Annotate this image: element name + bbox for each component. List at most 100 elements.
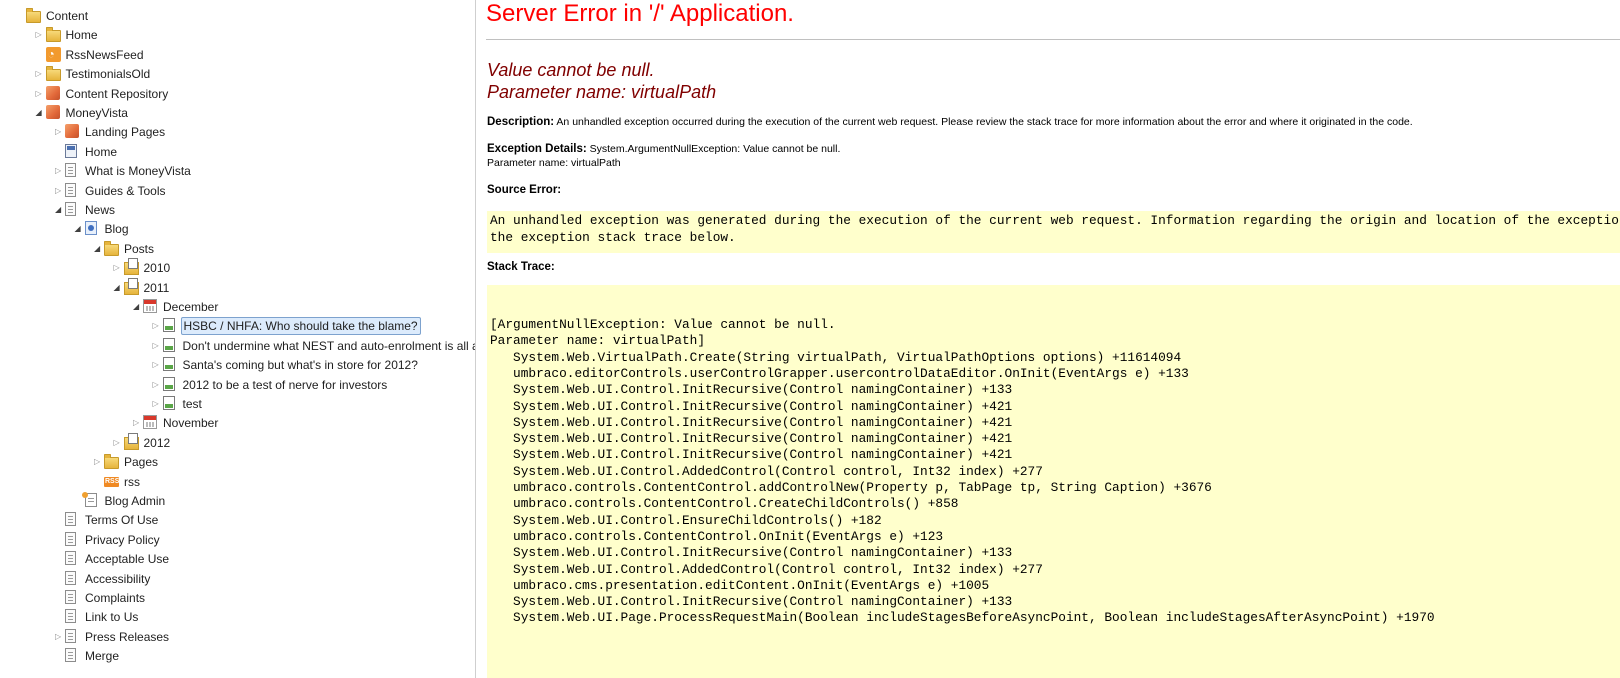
tree-node-label[interactable]: What is MoneyVista (83, 161, 193, 181)
tree-node[interactable]: TestimonialsOld (0, 64, 475, 84)
tree-node-label[interactable]: Merge (83, 646, 121, 666)
tree-node[interactable]: Acceptable Use (0, 549, 475, 569)
tree-node-label[interactable]: HSBC / NHFA: Who should take the blame? (180, 317, 421, 336)
tree-node-label[interactable]: Privacy Policy (83, 530, 162, 550)
tree-node-label[interactable]: 2012 (142, 433, 173, 453)
tree-node-label[interactable]: Content Repository (64, 84, 171, 104)
stack-trace-line: System.Web.UI.Control.InitRecursive(Cont… (490, 431, 1013, 447)
collapsed-arrow-icon[interactable] (153, 400, 161, 408)
tree-node[interactable]: MoneyVista (0, 103, 475, 123)
tree-node[interactable]: Merge (0, 646, 475, 666)
tree-node[interactable]: November (0, 413, 475, 433)
tree-node-label[interactable]: Home (83, 142, 119, 162)
tree-node-label[interactable]: Don't undermine what NEST and auto-enrol… (181, 336, 476, 356)
rss-badge-icon (104, 476, 119, 487)
collapsed-arrow-icon[interactable] (153, 361, 161, 369)
tree-node[interactable]: Guides & Tools (0, 181, 475, 201)
tree-node[interactable]: 2012 (0, 432, 475, 453)
tree-node-label[interactable]: Complaints (83, 588, 147, 608)
collapsed-arrow-icon[interactable] (153, 322, 161, 330)
collapsed-arrow-icon[interactable] (55, 187, 63, 195)
tree-node-label[interactable]: Content (44, 6, 90, 26)
tree-node[interactable]: RssNewsFeed (0, 45, 475, 65)
tree-node[interactable]: Home (0, 25, 475, 45)
collapsed-arrow-icon[interactable] (153, 342, 161, 350)
tree-node-label[interactable]: Posts (122, 239, 156, 259)
tree-node[interactable]: Content (0, 6, 475, 26)
tree-node-label[interactable]: Acceptable Use (83, 549, 171, 569)
tree-node[interactable]: What is MoneyVista (0, 161, 475, 181)
tree-node-label[interactable]: 2012 to be a test of nerve for investors (181, 375, 390, 395)
tree-node[interactable]: Home (0, 142, 475, 162)
collapsed-arrow-icon[interactable] (114, 439, 122, 447)
collapsed-arrow-icon[interactable] (153, 381, 161, 389)
expanded-arrow-icon[interactable] (75, 225, 83, 233)
tree-node[interactable]: Blog (0, 219, 475, 239)
tree-node-label[interactable]: November (161, 413, 220, 433)
collapsed-arrow-icon[interactable] (36, 31, 44, 39)
tree-node[interactable]: 2010 (0, 258, 475, 278)
tree-node[interactable]: Santa's coming but what's in store for 2… (0, 355, 475, 375)
error-message: Value cannot be null. Parameter name: vi… (487, 59, 716, 103)
tree-node[interactable]: Press Releases (0, 627, 475, 647)
stack-trace-heading: Stack Trace: (487, 261, 555, 273)
tree-node[interactable]: Accessibility (0, 569, 475, 589)
collapsed-arrow-icon[interactable] (133, 419, 141, 427)
tree-node[interactable]: Privacy Policy (0, 530, 475, 550)
tree-node-label[interactable]: Press Releases (83, 627, 171, 647)
tree-node[interactable]: Pages (0, 452, 475, 472)
collapsed-arrow-icon[interactable] (114, 264, 122, 272)
tree-node-label[interactable]: Blog Admin (103, 491, 168, 511)
collapsed-arrow-icon[interactable] (36, 90, 44, 98)
tree-node-label[interactable]: 2010 (142, 258, 173, 278)
tree-node-label[interactable]: Pages (122, 452, 160, 472)
stack-trace-line: System.Web.UI.Control.InitRecursive(Cont… (490, 398, 1013, 414)
collapsed-arrow-icon[interactable] (36, 70, 44, 78)
tree-node-label[interactable]: rss (122, 472, 142, 492)
tree-node[interactable]: test (0, 394, 475, 414)
tree-node-label[interactable]: RssNewsFeed (64, 45, 146, 65)
folder-icon (45, 27, 61, 43)
tree-node-label[interactable]: Link to Us (83, 607, 140, 627)
tree-node-label[interactable]: December (161, 297, 220, 317)
tree-node-label[interactable]: Accessibility (83, 569, 152, 589)
tree-node-label[interactable]: TestimonialsOld (64, 64, 153, 84)
tree-node-label[interactable]: Guides & Tools (83, 181, 168, 201)
collapsed-arrow-icon[interactable] (94, 458, 102, 466)
tree-node-label[interactable]: test (181, 394, 204, 414)
tree-node[interactable]: 2011 (0, 277, 475, 298)
tree-node-label[interactable]: News (83, 200, 117, 220)
box-icon (45, 85, 60, 100)
tree-node[interactable]: 2012 to be a test of nerve for investors (0, 375, 475, 395)
collapsed-arrow-icon[interactable] (55, 167, 63, 175)
tree-node[interactable]: Don't undermine what NEST and auto-enrol… (0, 336, 475, 356)
tree-node[interactable]: Link to Us (0, 607, 475, 627)
tree-node-label[interactable]: Santa's coming but what's in store for 2… (181, 355, 420, 375)
tree-node[interactable]: Terms Of Use (0, 510, 475, 530)
expanded-arrow-icon[interactable] (36, 109, 44, 117)
expanded-arrow-icon[interactable] (55, 206, 63, 214)
tree-node-label[interactable]: MoneyVista (64, 103, 130, 123)
tree-node-label[interactable]: 2011 (142, 278, 172, 298)
expanded-arrow-icon[interactable] (94, 245, 102, 253)
stack-trace-line: System.Web.UI.Control.InitRecursive(Cont… (490, 447, 1013, 463)
tree-node-label[interactable]: Home (64, 25, 100, 45)
tree-node[interactable]: Landing Pages (0, 122, 475, 142)
tree-node[interactable]: Posts (0, 239, 475, 259)
tree-node[interactable]: rss (0, 472, 475, 492)
tree-node[interactable]: December (0, 297, 475, 317)
tree-node[interactable]: HSBC / NHFA: Who should take the blame? (0, 316, 475, 336)
post-icon (162, 357, 175, 372)
collapsed-arrow-icon[interactable] (55, 633, 63, 641)
folder-stack-icon (123, 258, 139, 276)
collapsed-arrow-icon[interactable] (55, 128, 63, 136)
tree-node[interactable]: Complaints (0, 588, 475, 608)
expanded-arrow-icon[interactable] (114, 284, 122, 292)
tree-node-label[interactable]: Landing Pages (83, 122, 167, 142)
tree-node[interactable]: Content Repository (0, 84, 475, 104)
tree-node[interactable]: Blog Admin (0, 491, 475, 511)
tree-node-label[interactable]: Blog (103, 219, 131, 239)
tree-node-label[interactable]: Terms Of Use (83, 510, 160, 530)
tree-node[interactable]: News (0, 200, 475, 220)
expanded-arrow-icon[interactable] (133, 303, 141, 311)
